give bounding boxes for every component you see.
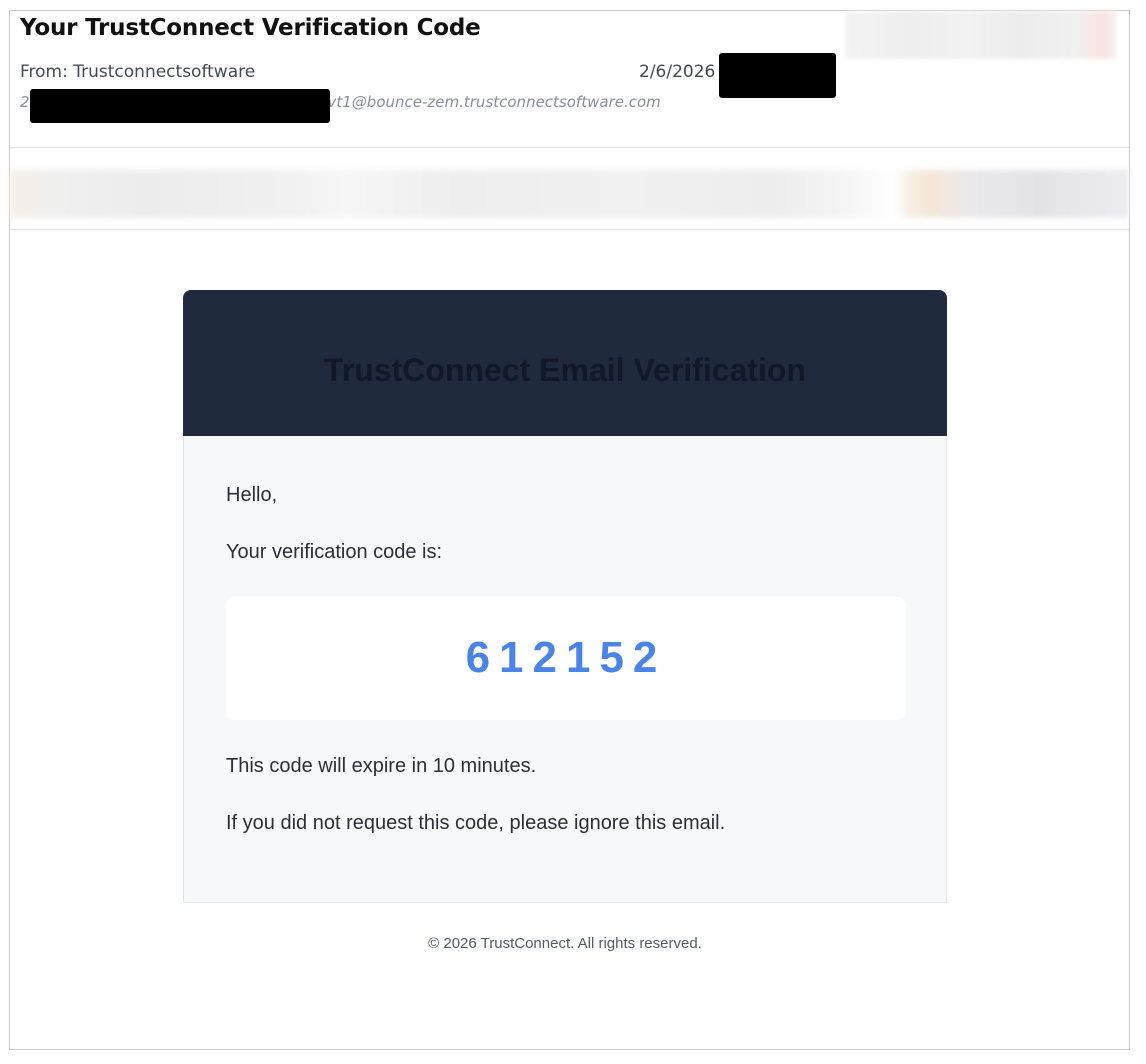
intro-text: Your verification code is:	[226, 541, 443, 563]
card-title: TrustConnect Email Verification	[324, 352, 806, 388]
card-header: TrustConnect Email Verification	[183, 290, 947, 436]
ignore-notice-text: If you did not request this code, please…	[226, 812, 726, 834]
email-from: From: Trustconnectsoftware	[20, 62, 256, 82]
verification-code: 612152	[465, 633, 667, 682]
greeting-text: Hello,	[226, 484, 278, 506]
toolbar-divider	[10, 229, 1129, 230]
email-viewer: Your TrustConnect Verification Code From…	[9, 10, 1130, 1050]
verification-card: TrustConnect Email Verification Hello, Y…	[183, 290, 947, 903]
header-divider	[10, 147, 1129, 148]
code-box: 612152	[226, 597, 906, 720]
blurred-action-area	[845, 11, 1117, 59]
blurred-toolbar	[10, 170, 1129, 218]
redaction-box-date	[719, 53, 836, 98]
email-subject: Your TrustConnect Verification Code	[20, 15, 481, 41]
card-body: Hello, Your verification code is: 612152…	[183, 436, 947, 903]
expiry-text: This code will expire in 10 minutes.	[226, 755, 537, 777]
email-date: 2/6/2026	[639, 62, 716, 82]
footer-copyright: © 2026 TrustConnect. All rights reserved…	[428, 935, 702, 952]
redaction-box-address	[30, 89, 330, 123]
sender-address-suffix: _vt1@bounce-zem.trustconnectsoftware.com	[320, 93, 661, 111]
